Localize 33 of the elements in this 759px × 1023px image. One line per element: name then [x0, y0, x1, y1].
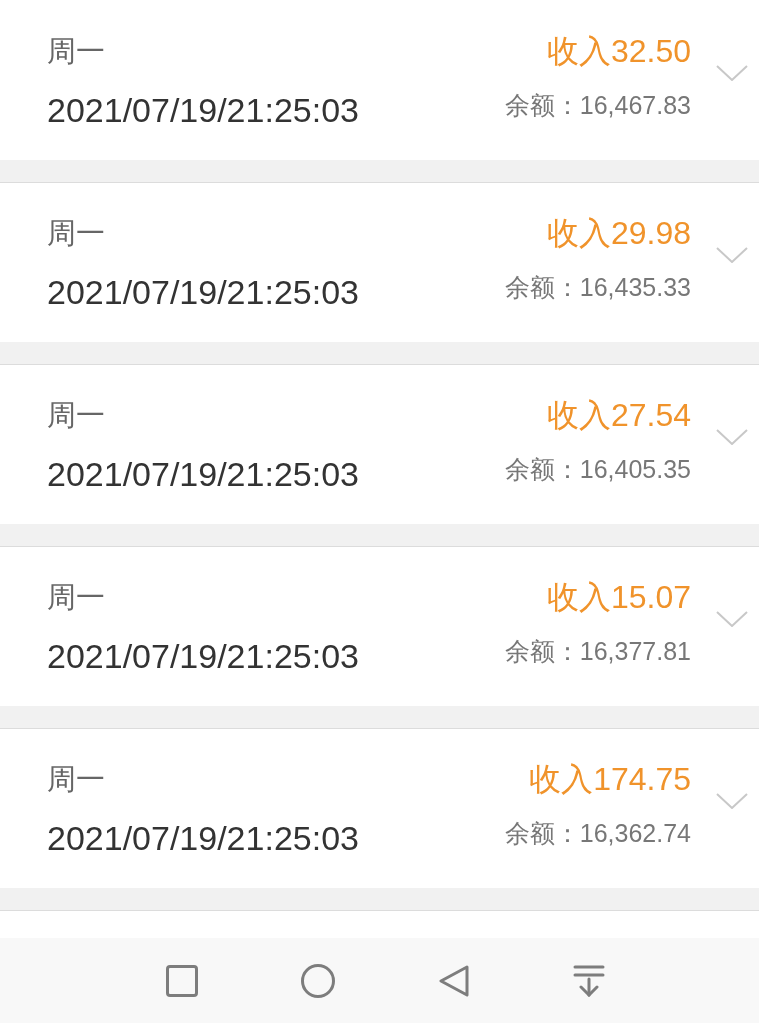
chevron-down-icon[interactable] [716, 611, 748, 627]
datetime-text: 2021/07/19/21:25:03 [47, 90, 359, 131]
square-icon[interactable] [166, 964, 198, 997]
record-card[interactable]: 周一 2021/07/19/21:25:03 收入29.98 余额：16,435.33 [0, 182, 759, 342]
chevron-down-icon[interactable] [716, 65, 748, 81]
weekday-text: 周一 [47, 216, 105, 251]
record-card[interactable]: 周一 2021/07/19/21:25:03 收入32.50 余额：16,467.83 [0, 0, 759, 160]
weekday-text: 周一 [47, 762, 105, 797]
chevron-down-icon[interactable] [716, 793, 748, 809]
datetime-text: 2021/07/19/21:25:03 [47, 454, 359, 495]
balance-text: 余额：16,435.33 [504, 272, 691, 303]
weekday-text: 周一 [47, 398, 105, 433]
circle-icon[interactable] [301, 963, 335, 998]
chevron-down-icon[interactable] [716, 247, 748, 263]
chevron-down-icon[interactable] [716, 429, 748, 445]
income-amount: 收入27.54 [546, 396, 691, 435]
income-amount: 收入32.50 [546, 32, 691, 71]
weekday-text: 周一 [47, 34, 105, 69]
record-card[interactable]: 周一 2021/07/19/21:25:03 收入27.54 余额：16,405.35 [0, 364, 759, 524]
income-amount: 收入29.98 [546, 214, 691, 253]
datetime-text: 2021/07/19/21:25:03 [47, 636, 359, 677]
income-amount: 收入174.75 [529, 760, 691, 799]
balance-text: 余额：16,405.35 [504, 454, 691, 485]
balance-text: 余额：16,377.81 [504, 636, 691, 667]
back-triangle-icon[interactable] [438, 964, 470, 997]
datetime-text: 2021/07/19/21:25:03 [47, 272, 359, 313]
balance-text: 余额：16,467.83 [504, 90, 691, 121]
record-card[interactable]: 周一 2021/07/19/21:25:03 收入15.07 余额：16,377.81 [0, 546, 759, 706]
datetime-text: 2021/07/19/21:25:03 [47, 818, 359, 859]
weekday-text: 周一 [47, 580, 105, 615]
record-card[interactable]: 周一 2021/07/19/21:25:03 收入174.75 余额：16,362.74 [0, 728, 759, 888]
balance-text: 余额：16,362.74 [504, 818, 691, 849]
income-amount: 收入15.07 [546, 578, 691, 617]
